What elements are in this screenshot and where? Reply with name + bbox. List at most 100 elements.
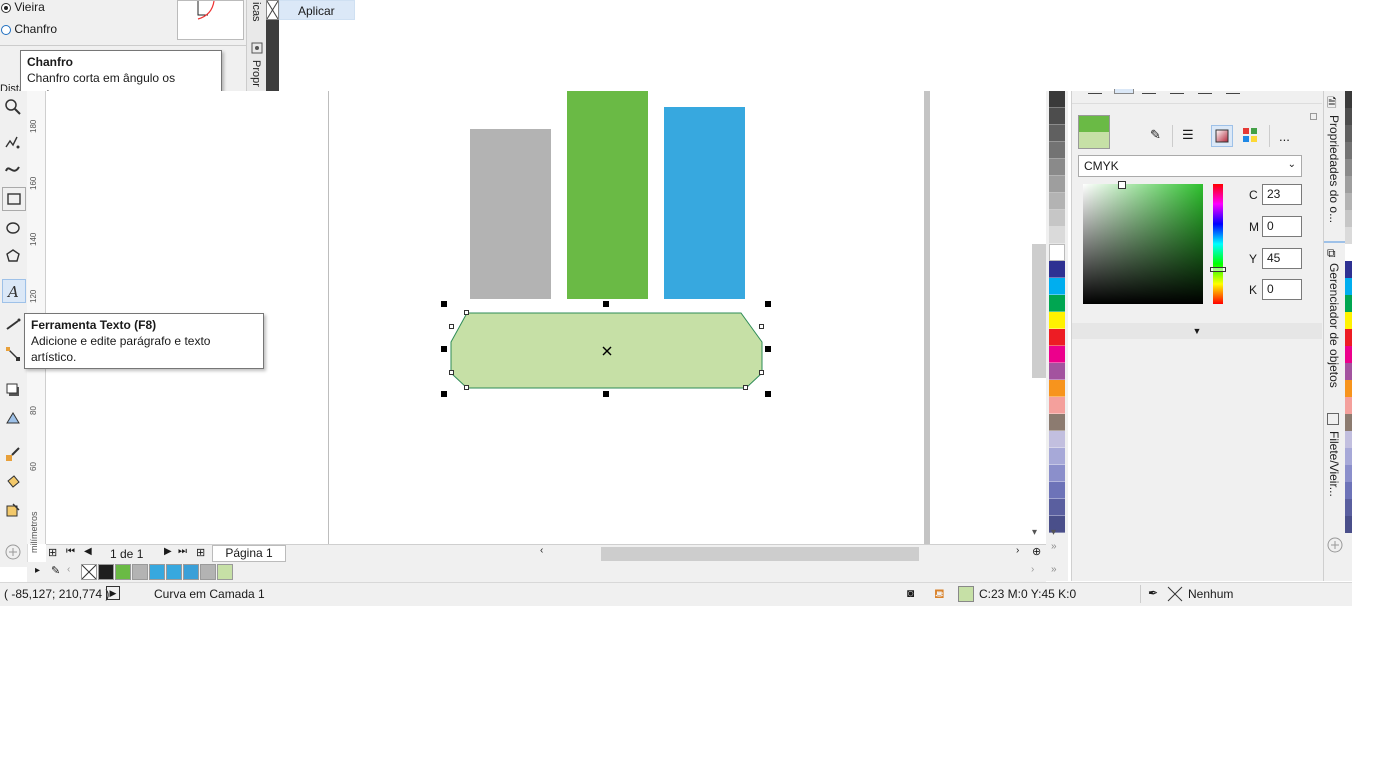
document-color-swatch[interactable]: [166, 564, 182, 580]
dimension-tool[interactable]: [2, 314, 24, 336]
selection-handle[interactable]: [603, 391, 609, 397]
no-color-swatch[interactable]: [266, 0, 279, 20]
previous-page-icon[interactable]: ◀: [84, 546, 92, 557]
freehand-tool[interactable]: [2, 131, 24, 153]
bar-blue[interactable]: [664, 107, 745, 299]
tab-object-manager[interactable]: Gerenciador de objetos: [1327, 263, 1341, 388]
palette-color-swatch[interactable]: [1345, 210, 1352, 227]
palette-expand-icon[interactable]: »: [1051, 564, 1057, 575]
scroll-down-icon[interactable]: ▾: [1032, 527, 1037, 538]
selection-handle[interactable]: [441, 391, 447, 397]
color-proof-icon[interactable]: ◙: [907, 586, 914, 600]
rectangle-tool[interactable]: [2, 187, 26, 211]
palette-eyedropper-icon[interactable]: ✎: [51, 564, 60, 577]
palette-color-swatch[interactable]: [1049, 380, 1065, 397]
palette-color-swatch[interactable]: [1049, 414, 1065, 431]
more-options[interactable]: ...: [1279, 129, 1290, 144]
postscript-fill-button[interactable]: [1226, 89, 1240, 94]
horizontal-scrollbar-thumb[interactable]: [601, 547, 919, 561]
curve-node[interactable]: [759, 370, 764, 375]
chanfro-radio[interactable]: [1, 24, 11, 35]
add-docker-button[interactable]: [1327, 537, 1343, 556]
connector-tool[interactable]: [2, 343, 24, 365]
hue-slider[interactable]: [1210, 184, 1226, 304]
palette-color-swatch[interactable]: [1345, 346, 1352, 363]
uniform-fill-button[interactable]: [1114, 89, 1134, 94]
palette-color-swatch[interactable]: [1049, 312, 1065, 329]
palette-color-swatch[interactable]: [1345, 431, 1352, 448]
fill-color-swatch[interactable]: [958, 586, 974, 602]
next-page-icon[interactable]: ▶: [164, 546, 172, 557]
document-color-swatch[interactable]: [115, 564, 131, 580]
color-picker-marker[interactable]: [1118, 181, 1126, 189]
black-input[interactable]: 0: [1262, 279, 1302, 300]
palette-color-swatch[interactable]: [1049, 91, 1065, 108]
hue-slider-handle[interactable]: [1210, 267, 1226, 272]
transparency-tool[interactable]: [2, 407, 24, 429]
bar-green[interactable]: [567, 91, 648, 299]
palette-color-swatch[interactable]: [1345, 465, 1352, 482]
fill-bucket-icon[interactable]: ⛾: [934, 586, 945, 604]
color-sliders-icon[interactable]: ☰: [1182, 127, 1194, 143]
page-tab[interactable]: Página 1: [212, 545, 286, 562]
palette-scroll-left-icon[interactable]: ‹: [67, 564, 70, 575]
palette-color-swatch[interactable]: [1345, 193, 1352, 210]
curve-node[interactable]: [449, 324, 454, 329]
color-palettes-icon[interactable]: [1242, 127, 1258, 143]
palette-color-swatch[interactable]: [1049, 227, 1065, 244]
palette-color-swatch[interactable]: [1345, 482, 1352, 499]
document-color-swatch[interactable]: [149, 564, 165, 580]
palette-color-swatch[interactable]: [1345, 125, 1352, 142]
palette-color-swatch[interactable]: [1049, 244, 1065, 261]
palette-color-swatch[interactable]: [1345, 363, 1352, 380]
palette-color-swatch[interactable]: [1345, 516, 1352, 533]
palette-expand-icon[interactable]: »: [1051, 541, 1057, 552]
text-tool[interactable]: A: [2, 279, 26, 303]
scroll-left-icon[interactable]: ‹: [540, 545, 543, 556]
palette-color-swatch[interactable]: [1049, 465, 1065, 482]
last-page-icon[interactable]: ⏭: [178, 546, 187, 557]
selection-handle[interactable]: [441, 346, 447, 352]
add-page-after-icon[interactable]: ⊞: [196, 546, 205, 559]
selection-handle[interactable]: [603, 301, 609, 307]
selection-handle[interactable]: [765, 391, 771, 397]
palette-color-swatch[interactable]: [1049, 448, 1065, 465]
palette-color-swatch[interactable]: [1049, 278, 1065, 295]
palette-color-swatch[interactable]: [1049, 329, 1065, 346]
yellow-input[interactable]: 45: [1262, 248, 1302, 269]
cyan-input[interactable]: 23: [1262, 184, 1302, 205]
palette-color-swatch[interactable]: [1345, 278, 1352, 295]
palette-color-swatch[interactable]: [1345, 448, 1352, 465]
option-chanfro[interactable]: Chanfro: [1, 22, 57, 36]
palette-color-swatch[interactable]: [1049, 210, 1065, 227]
palette-color-swatch[interactable]: [1345, 91, 1352, 108]
palette-color-swatch[interactable]: [1345, 159, 1352, 176]
zoom-navigator-icon[interactable]: ⊕: [1032, 545, 1041, 558]
palette-color-swatch[interactable]: [1049, 363, 1065, 380]
expand-section-icon[interactable]: ▼: [1072, 323, 1322, 339]
fountain-fill-button[interactable]: [1142, 89, 1156, 94]
palette-color-swatch[interactable]: [1345, 397, 1352, 414]
vieira-radio[interactable]: [1, 2, 11, 13]
palette-color-swatch[interactable]: [1049, 125, 1065, 142]
document-color-swatch[interactable]: [98, 564, 114, 580]
document-color-swatch[interactable]: [217, 564, 233, 580]
polygon-tool[interactable]: [2, 245, 24, 267]
palette-scroll-down-icon[interactable]: ▾: [1051, 527, 1056, 538]
palette-color-swatch[interactable]: [1345, 142, 1352, 159]
color-eyedropper-icon[interactable]: ✎: [1150, 127, 1161, 143]
palette-color-swatch[interactable]: [1049, 159, 1065, 176]
curve-node[interactable]: [759, 324, 764, 329]
add-tool-button[interactable]: [2, 541, 24, 563]
document-color-swatch[interactable]: [200, 564, 216, 580]
palette-color-swatch[interactable]: [1345, 414, 1352, 431]
selection-handle[interactable]: [765, 301, 771, 307]
status-play-icon[interactable]: ▶: [106, 586, 120, 600]
palette-color-swatch[interactable]: [1345, 295, 1352, 312]
drop-shadow-tool[interactable]: [2, 379, 24, 401]
palette-color-swatch[interactable]: [1049, 108, 1065, 125]
pattern-fill-button[interactable]: [1170, 89, 1184, 94]
palette-color-swatch[interactable]: [1345, 499, 1352, 516]
scroll-right-icon[interactable]: ›: [1016, 545, 1019, 556]
magenta-input[interactable]: 0: [1262, 216, 1302, 237]
